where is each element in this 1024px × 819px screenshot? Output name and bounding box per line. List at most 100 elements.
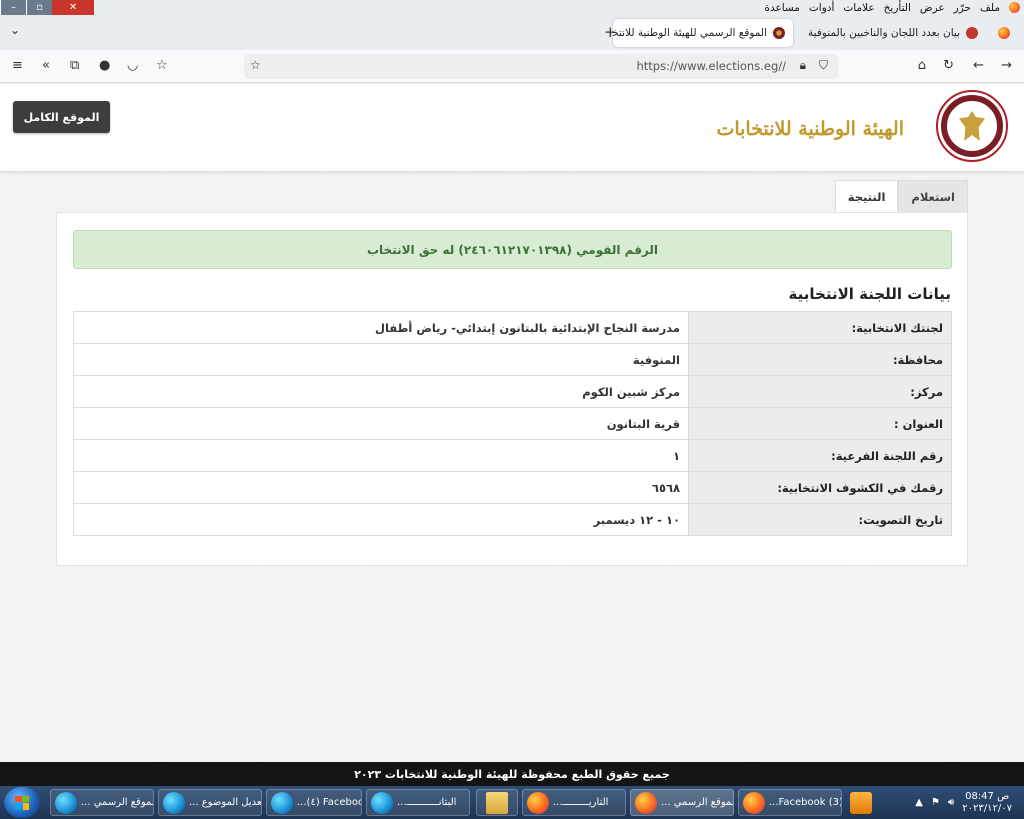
tab-elections-official[interactable]: الموقع الرسمي للهيئة الوطنية للانتخاب × (613, 19, 793, 47)
row-key: العنوان : (688, 407, 952, 440)
row-value: ١ (73, 439, 689, 472)
taskbar-item[interactable]: تعديل الموضوع ... (158, 789, 262, 816)
menu-view[interactable]: عرض (920, 2, 945, 14)
site-title[interactable]: الهيئة الوطنية للانتخابات (716, 118, 904, 140)
result-panel: الرقم القومي (٢٤٦٠٦١٢١٧٠١٣٩٨) له حق الان… (56, 212, 968, 566)
edge-icon (55, 791, 77, 814)
table-row: رقم اللجنة الفرعية: ١ (73, 439, 952, 472)
table-row: محافظة: المنوفية (73, 343, 952, 376)
tab-election-stats[interactable]: بيان بعدد اللجان والناخبين بالمنوفية × (796, 19, 986, 47)
row-key: لجنتك الانتخابية: (688, 311, 952, 344)
taskbar-item[interactable]: البتانـــــــــــ... (366, 789, 470, 816)
back-icon[interactable]: ← (973, 58, 984, 74)
row-value: مركز شبين الكوم (73, 375, 689, 408)
firefox-view-icon (998, 27, 1010, 39)
taskbar-item-label: تعديل الموضوع ... (189, 797, 262, 808)
eligibility-alert: الرقم القومي (٢٤٦٠٦١٢١٧٠١٣٩٨) له حق الان… (73, 230, 952, 269)
lock-icon[interactable]: 🔒︎ (800, 58, 806, 73)
window-close-button[interactable]: ✕ (52, 0, 94, 15)
taskbar-item-label: Facebook (٤)... (297, 797, 361, 808)
row-key: تاريخ التصويت: (688, 503, 952, 536)
table-row: لجنتك الانتخابية: مدرسة النجاح الإبتدائي… (73, 311, 952, 344)
network-flag-icon[interactable]: ⚑ (931, 797, 940, 808)
taskbar-item-label: (3) Facebook... (769, 797, 841, 808)
taskbar-item-active[interactable]: الموقع الرسمي ... (630, 789, 734, 816)
bookmark-star-icon[interactable]: ☆ (250, 58, 261, 72)
taskbar-item-label: الموقع الرسمي ... (81, 797, 154, 808)
row-value: ٦٥٦٨ (73, 471, 689, 504)
menu-help[interactable]: مساعدة (764, 2, 799, 14)
firefox-view-tab[interactable] (990, 19, 1018, 47)
firefox-icon (527, 791, 549, 814)
pocket-icon[interactable]: ◡ (127, 58, 138, 74)
menu-history[interactable]: التأريخ (884, 2, 911, 14)
edge-icon (371, 791, 393, 814)
menu-file[interactable]: ملف (980, 2, 1000, 14)
clock[interactable]: ص 08:47 ٢٠٢٣/١٢/٠٧ (962, 791, 1012, 815)
home-icon[interactable]: ⌂ (918, 58, 926, 74)
eagle-emblem-icon (959, 111, 985, 141)
nea-logo[interactable] (936, 90, 1008, 162)
tab-favicon-icon (773, 27, 785, 39)
start-button[interactable] (4, 787, 40, 818)
app-menu-icon[interactable]: ≡ (12, 58, 23, 74)
navigation-bar: → ← ↻ ⌂ ⛉ 🔒︎ https://www.elections.eg// … (0, 50, 1024, 83)
menu-items: ملف حرّر عرض التأريخ علامات أدوات مساعدة (764, 2, 1004, 14)
taskbar-item[interactable]: الموقع الرسمي ... (50, 789, 154, 816)
table-row: مركز: مركز شبين الكوم (73, 375, 952, 408)
table-row: رقمك في الكشوف الانتخابية: ٦٥٦٨ (73, 471, 952, 504)
taskbar-item-label: البتانـــــــــــ... (397, 797, 457, 808)
row-key: مركز: (688, 375, 952, 408)
forward-icon[interactable]: → (1001, 58, 1012, 74)
reload-icon[interactable]: ↻ (943, 58, 954, 74)
bookmarks-icon[interactable]: ☆ (156, 58, 168, 74)
row-value: مدرسة النجاح الإبتدائية بالبتانون إبتدائ… (73, 311, 689, 344)
menu-edit[interactable]: حرّر (954, 2, 971, 14)
media-player-icon (850, 791, 872, 814)
tab-inquiry[interactable]: استعلام (898, 180, 968, 213)
firefox-icon (635, 791, 657, 814)
overflow-chevrons-icon[interactable]: « (42, 58, 50, 74)
edge-icon (271, 791, 293, 814)
row-key: رقمك في الكشوف الانتخابية: (688, 471, 952, 504)
taskbar-item[interactable]: (3) Facebook... (738, 789, 842, 816)
taskbar-item-label: الموقع الرسمي ... (661, 797, 734, 808)
folder-icon (486, 791, 508, 814)
taskbar-item[interactable]: التاريـــــــــ... (522, 789, 626, 816)
clock-date: ٢٠٢٣/١٢/٠٧ (962, 802, 1012, 814)
web-page: الهيئة الوطنية للانتخابات الموقع الكامل … (0, 84, 1024, 762)
menu-bookmarks[interactable]: علامات (843, 2, 874, 14)
show-hidden-icons-icon[interactable]: ▲ (915, 797, 923, 808)
taskbar-item-media[interactable] (846, 789, 876, 816)
logo-ring (941, 95, 1003, 157)
row-value: ١٠ - ١٢ ديسمبر (73, 503, 689, 536)
committee-info-table: لجنتك الانتخابية: مدرسة النجاح الإبتدائي… (73, 311, 952, 536)
edge-icon (163, 791, 185, 814)
firefox-icon (743, 791, 765, 814)
site-header: الهيئة الوطنية للانتخابات الموقع الكامل (0, 84, 1024, 172)
tab-result[interactable]: النتيجة (834, 180, 899, 213)
table-row: العنوان : قرية البتانون (73, 407, 952, 440)
row-key: محافظة: (688, 343, 952, 376)
menu-tools[interactable]: أدوات (809, 2, 834, 14)
row-key: رقم اللجنة الفرعية: (688, 439, 952, 472)
tab-title: الموقع الرسمي للهيئة الوطنية للانتخاب (613, 27, 767, 39)
url-bar[interactable]: ⛉ 🔒︎ https://www.elections.eg// ☆ (244, 54, 838, 79)
extensions-icon[interactable]: ⧉ (70, 58, 79, 74)
tab-list-chevron-icon[interactable]: ⌄ (10, 23, 20, 37)
taskbar-item[interactable]: Facebook (٤)... (266, 789, 362, 816)
url-text[interactable]: https://www.elections.eg// (636, 59, 786, 73)
window-minimize-button[interactable]: – (0, 0, 26, 15)
section-title: بيانات اللجنة الانتخابية (788, 285, 951, 303)
tab-bar: بيان بعدد اللجان والناخبين بالمنوفية × ا… (0, 15, 1024, 50)
result-tabs: استعلام النتيجة (834, 180, 968, 213)
tracking-shield-icon[interactable]: ⛉ (819, 58, 828, 73)
account-icon[interactable]: ● (99, 58, 110, 74)
taskbar-item-explorer[interactable] (476, 789, 518, 816)
windows-logo-icon (15, 795, 29, 810)
window-maximize-button[interactable]: ▫ (26, 0, 52, 15)
full-site-button[interactable]: الموقع الكامل (13, 101, 110, 133)
clock-time: 08:47 (965, 790, 994, 802)
volume-icon[interactable]: 🔊︎ (948, 797, 954, 808)
new-tab-button[interactable]: + (604, 23, 617, 41)
